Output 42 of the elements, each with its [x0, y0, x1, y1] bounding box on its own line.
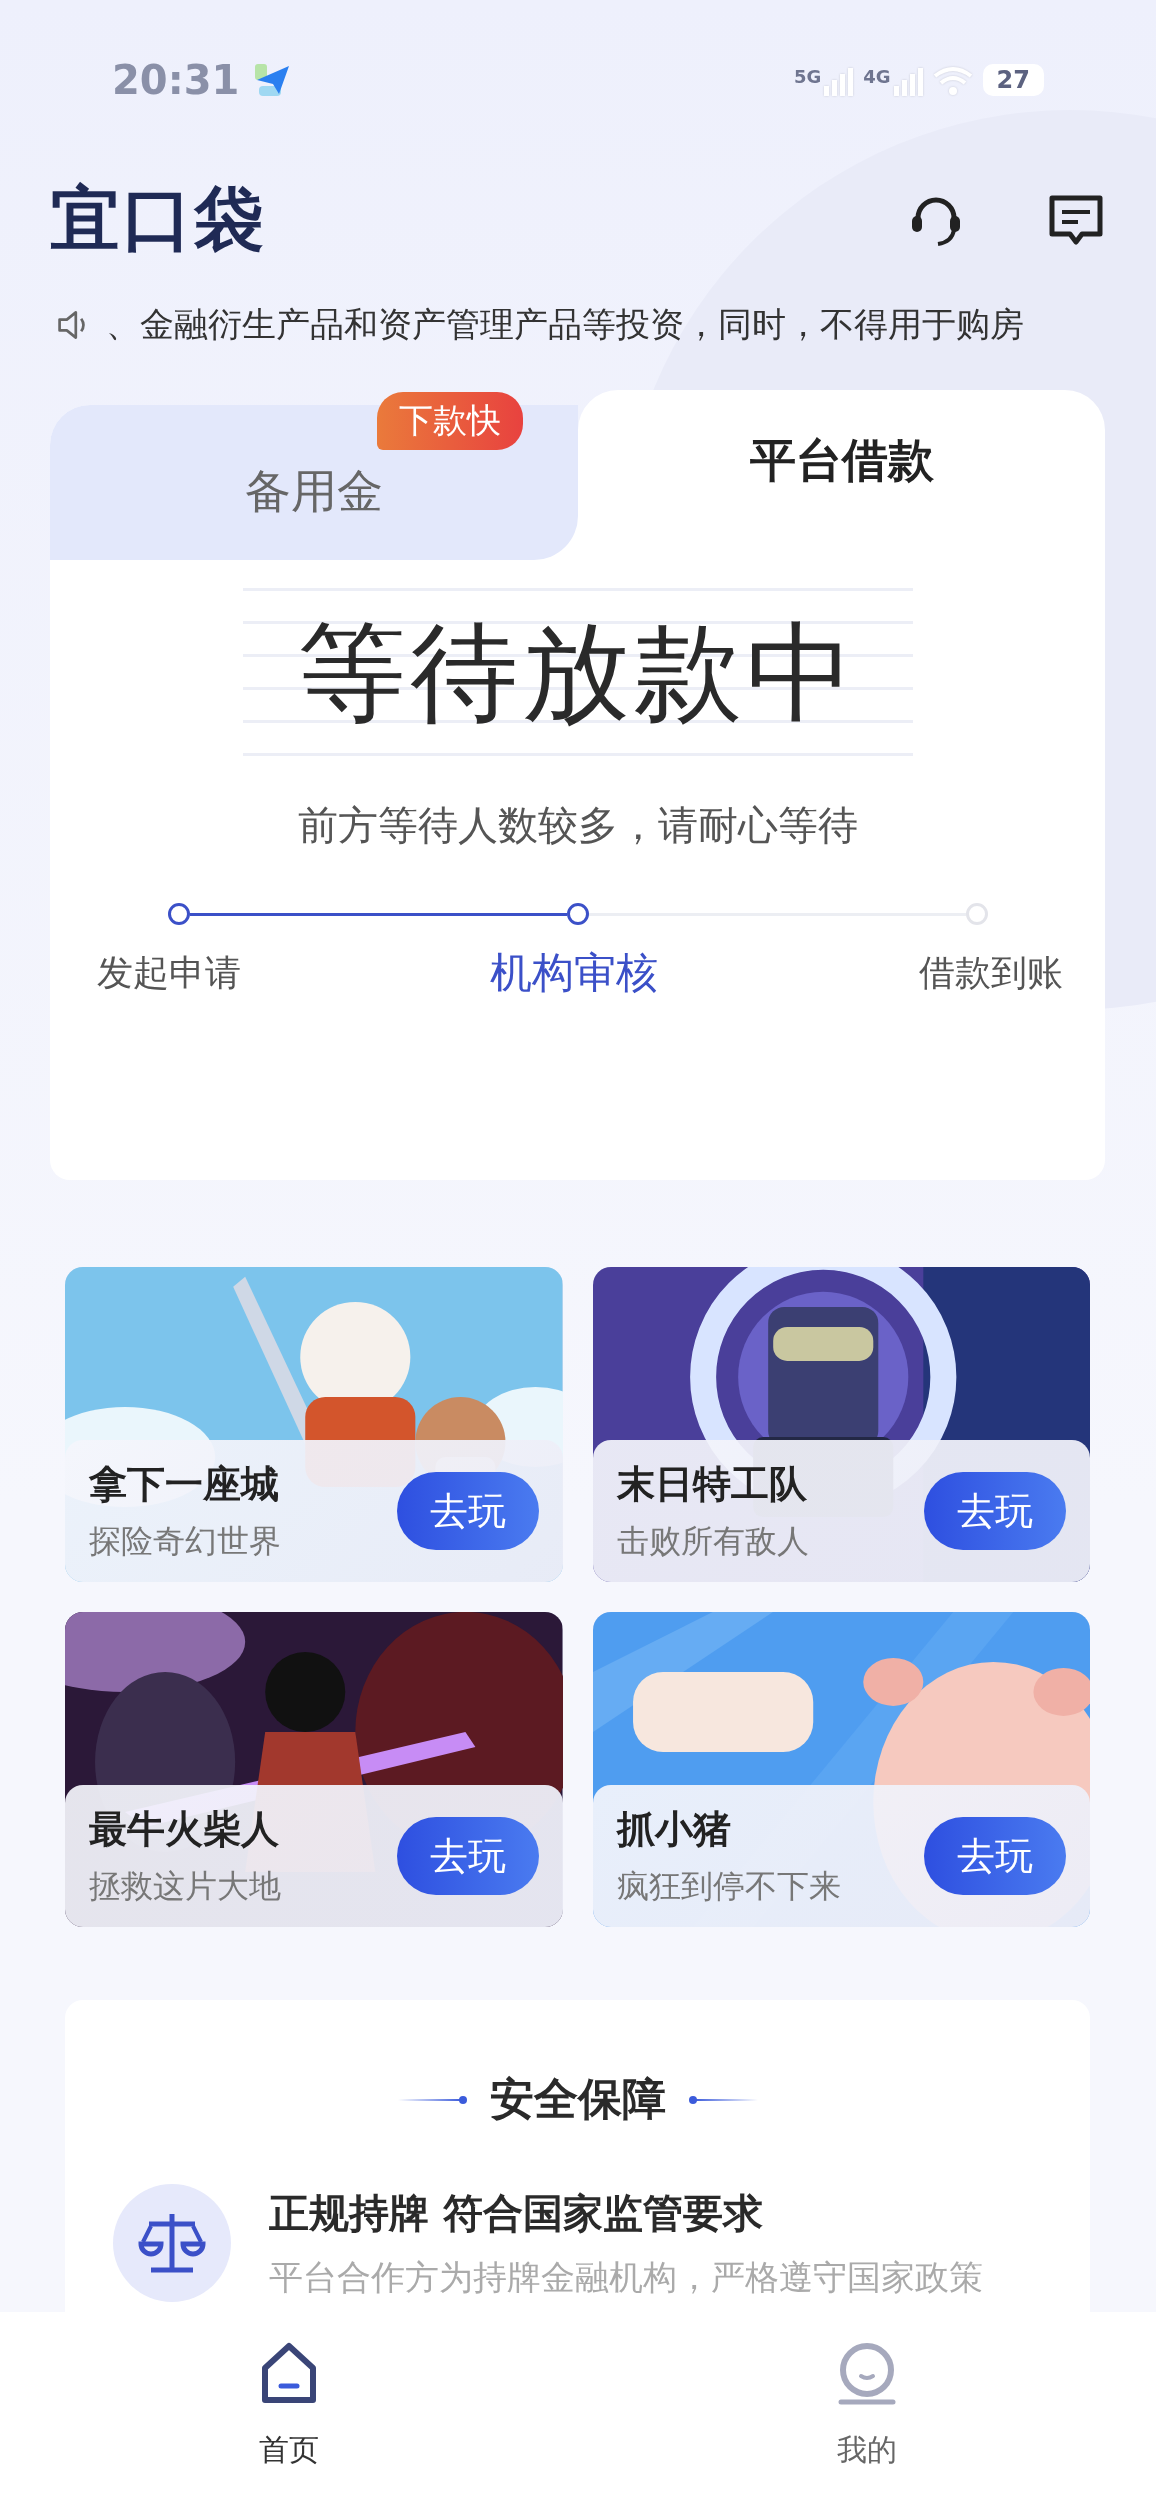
play-button[interactable]: 去玩 — [396, 1817, 539, 1895]
play-button[interactable]: 去玩 — [924, 1472, 1066, 1550]
network-label: 5G — [793, 66, 822, 87]
game-subtitle: 探险奇幻世界 — [89, 1520, 282, 1562]
play-button[interactable]: 去玩 — [396, 1472, 539, 1550]
user-icon — [837, 2342, 897, 2406]
loan-tab[interactable]: 平台借款 — [578, 390, 1105, 560]
game-card[interactable]: 拿下一座城 探险奇幻世界 去玩 — [65, 1267, 563, 1582]
home-icon — [259, 2342, 319, 2406]
nav-tab[interactable]: 首页 — [139, 2312, 439, 2471]
game-card[interactable]: 末日特工队 击败所有敌人 去玩 — [592, 1267, 1090, 1582]
step-label: 机构审核 — [490, 947, 659, 999]
notice-text: 、金融衍生产品和资产管理产品等投资，同时，不得用于购房 — [106, 303, 1024, 346]
status-title: 等待放款中 — [297, 619, 858, 727]
step-label: 借款到账 — [918, 950, 1063, 995]
signal-icon — [823, 66, 854, 96]
game-card[interactable]: 最牛火柴人 拯救这片大地 去玩 — [65, 1612, 563, 1927]
nav-tab[interactable]: 我的 — [717, 2312, 1017, 2471]
title-ornament — [397, 2094, 468, 2105]
network-label: 4G — [863, 66, 891, 87]
game-subtitle: 疯狂到停不下来 — [616, 1865, 842, 1907]
clock-time: 20:31 — [112, 57, 240, 103]
battery-indicator: 27 — [982, 64, 1044, 96]
game-subtitle: 击败所有敌人 — [616, 1520, 810, 1562]
game-subtitle: 拯救这片大地 — [89, 1865, 282, 1907]
status-subtitle: 前方等待人数较多，请耐心等待 — [297, 801, 858, 850]
wifi-icon — [932, 66, 973, 96]
step-label: 发起申请 — [96, 950, 241, 995]
balance-scale-icon — [113, 2184, 231, 2302]
game-title: 拿下一座城 — [89, 1460, 280, 1508]
section-title: 安全保障 — [489, 2072, 666, 2126]
game-title: 最牛火柴人 — [89, 1805, 280, 1853]
feature-description: 平台合作方为持牌金融机构，严格遵守国家政策 — [269, 2255, 983, 2299]
tag-badge: 下款快 — [377, 392, 523, 450]
title-ornament — [687, 2094, 758, 2105]
play-button[interactable]: 去玩 — [924, 1817, 1066, 1895]
game-title: 抓小猪 — [616, 1805, 732, 1853]
signal-icon — [892, 66, 923, 96]
game-card[interactable]: 抓小猪 疯狂到停不下来 去玩 — [592, 1612, 1090, 1927]
game-title: 末日特工队 — [616, 1460, 808, 1508]
feature-title: 正规持牌 符合国家监管要求 — [269, 2188, 764, 2238]
app-logo: 宜口袋 — [50, 177, 266, 262]
